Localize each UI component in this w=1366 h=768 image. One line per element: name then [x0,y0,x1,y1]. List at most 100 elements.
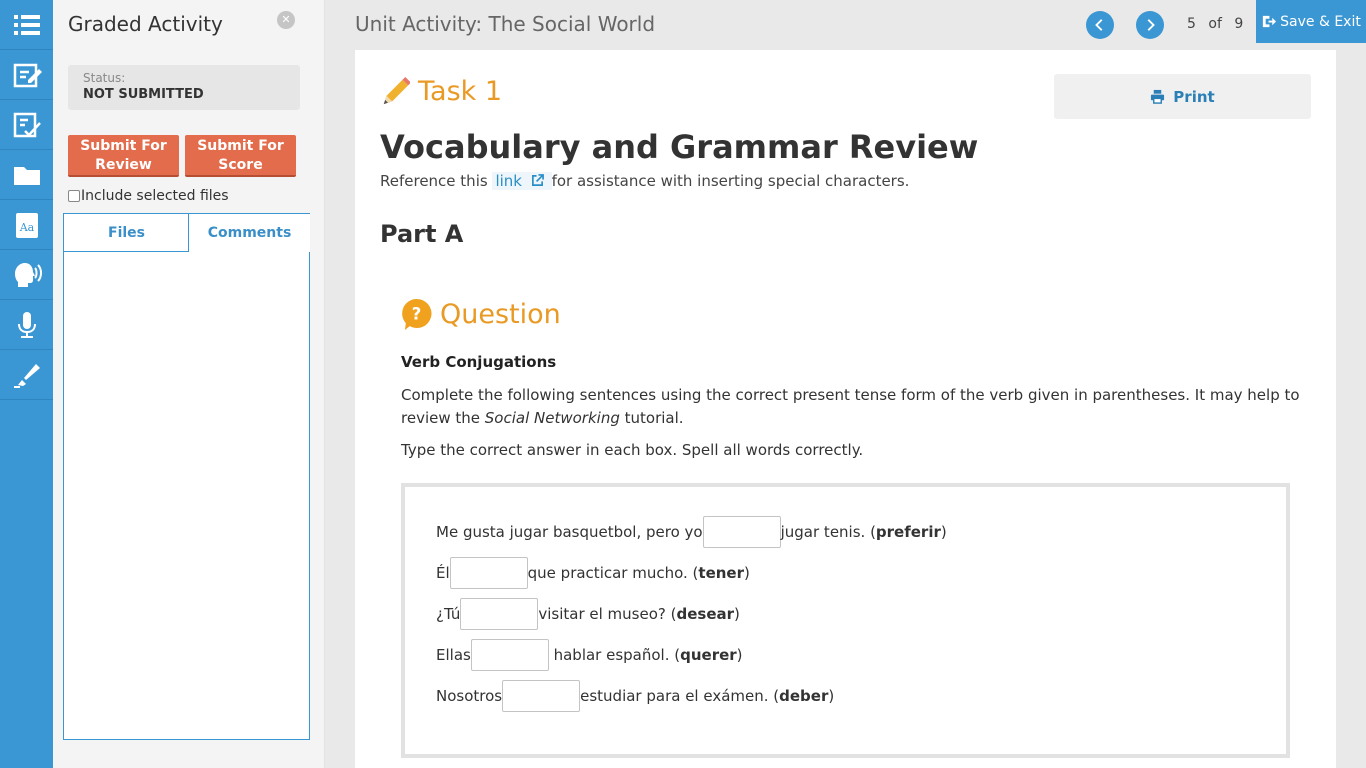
pencil-icon [383,76,410,105]
speaking-head-icon [14,262,42,287]
svg-text:?: ? [412,304,422,323]
answer-input[interactable] [460,598,539,630]
highlighter-icon [13,363,40,388]
tool-rail: Aa [0,0,60,768]
notes-edit-icon [13,63,42,87]
page-current: 5 [1187,16,1196,32]
sentence-close: ) [744,564,750,582]
next-page-button[interactable] [1136,11,1164,39]
external-link-icon [531,174,544,186]
question-icon: ? [402,298,432,330]
chevron-right-icon [1147,19,1155,31]
close-icon[interactable]: ✕ [277,11,295,29]
sentence-verb: tener [698,564,744,582]
sentence-close: ) [828,687,835,705]
reference-after: for assistance with inserting special ch… [551,172,910,190]
include-files-label: Include selected files [81,188,229,204]
graded-activity-button[interactable] [0,100,60,150]
save-exit-label: Save & Exit [1280,13,1361,30]
sentence-close: ) [736,646,743,664]
main-area: Task 1 Print Vocabulary and Grammar Revi… [325,50,1366,768]
svg-text:Aa: Aa [18,221,34,234]
sentence-before: Me gusta jugar basquetbol, pero yo [436,523,703,541]
save-exit-button[interactable]: Save & Exit [1256,0,1366,43]
instructions-text-2: tutorial. [624,409,684,427]
recording-button[interactable] [0,300,53,350]
sentence-verb: querer [680,646,737,664]
sentence-verb: deber [779,687,829,705]
answer-input[interactable] [502,680,581,712]
page-total: 9 [1234,16,1244,32]
page-of: of [1208,16,1222,32]
header-bar: Unit Activity: The Social World 5 of 9 S… [325,0,1366,50]
page-heading: Vocabulary and Grammar Review [380,128,979,166]
include-files-checkbox[interactable] [68,190,80,202]
menu-list-button[interactable] [0,0,53,50]
sentence-before: Ellas [436,646,471,664]
print-label: Print [1173,87,1215,106]
type-instruction: Type the correct answer in each box. Spe… [401,441,864,459]
sentence-after: que practicar mucho. ( [527,564,699,582]
sentence-before: Él [436,564,450,582]
folder-icon [13,166,40,185]
sentence-row: Él que practicar mucho. (tener) [436,557,750,589]
exit-icon [1263,15,1277,28]
answer-input[interactable] [702,516,781,548]
question-instructions: Complete the following sentences using t… [401,384,1301,430]
sentence-verb: preferir [875,523,941,541]
reference-link[interactable]: link [492,172,552,190]
submit-for-review-button[interactable]: Submit For Review [68,135,179,177]
speaking-button[interactable] [0,250,53,300]
sentence-verb: desear [676,605,735,623]
unit-title: Unit Activity: The Social World [355,12,656,36]
question-subtitle: Verb Conjugations [401,353,557,371]
files-comments-tabs: Files Comments [63,213,310,740]
question-header: ? Question [401,298,561,331]
tab-comments[interactable]: Comments [188,214,310,252]
answer-input[interactable] [470,639,549,671]
answer-box: Me gusta jugar basquetbol, pero yo jugar… [401,483,1290,758]
submit-for-score-button[interactable]: Submit For Score [185,135,296,177]
content-card: Task 1 Print Vocabulary and Grammar Revi… [355,50,1336,768]
menu-list-icon [13,14,40,35]
part-heading: Part A [380,220,464,248]
graded-activity-panel: Graded Activity ✕ Status: NOT SUBMITTED … [53,0,325,768]
sentence-row: ¿Tú visitar el museo? (desear) [436,598,740,630]
files-button[interactable] [0,150,53,200]
tab-files[interactable]: Files [64,214,189,252]
sentence-close: ) [940,523,947,541]
sentence-close: ) [734,605,740,623]
status-box: Status: NOT SUBMITTED [68,65,300,110]
reference-before: Reference this [380,172,488,190]
panel-title: Graded Activity [68,12,223,36]
sentence-row: Ellas hablar español. (querer) [436,639,743,671]
graded-activity-icon [13,112,41,137]
page-indicator: 5 of 9 [1187,16,1243,32]
sentence-before: Nosotros [436,687,503,705]
reference-line: Reference this link for assistance with … [380,172,909,190]
previous-page-button[interactable] [1086,11,1114,39]
answer-input[interactable] [449,557,528,589]
sentence-after: visitar el museo? ( [538,605,677,623]
print-button[interactable]: Print [1054,74,1311,119]
include-files-row: Include selected files [68,188,229,204]
task-header: Task 1 [380,74,502,108]
question-title: Question [440,299,561,330]
sentence-after: jugar tenis. ( [780,523,876,541]
status-value: NOT SUBMITTED [83,87,204,102]
microphone-icon [17,311,36,338]
dictionary-icon: Aa [15,212,38,238]
sentence-row: Me gusta jugar basquetbol, pero yo jugar… [436,516,947,548]
sentence-after: estudiar para el exámen. ( [580,687,780,705]
reference-link-label: link [495,172,522,190]
notes-button[interactable] [0,50,53,100]
printer-icon [1151,89,1165,104]
task-title: Task 1 [418,75,503,107]
instructions-italic: Social Networking [484,409,620,427]
dictionary-button[interactable]: Aa [0,200,53,250]
sentence-before: ¿Tú [436,605,461,623]
sentence-row: Nosotros estudiar para el exámen. (deber… [436,680,834,712]
chevron-left-icon [1095,19,1103,31]
status-label: Status: [83,71,126,85]
highlighter-button[interactable] [0,350,53,400]
